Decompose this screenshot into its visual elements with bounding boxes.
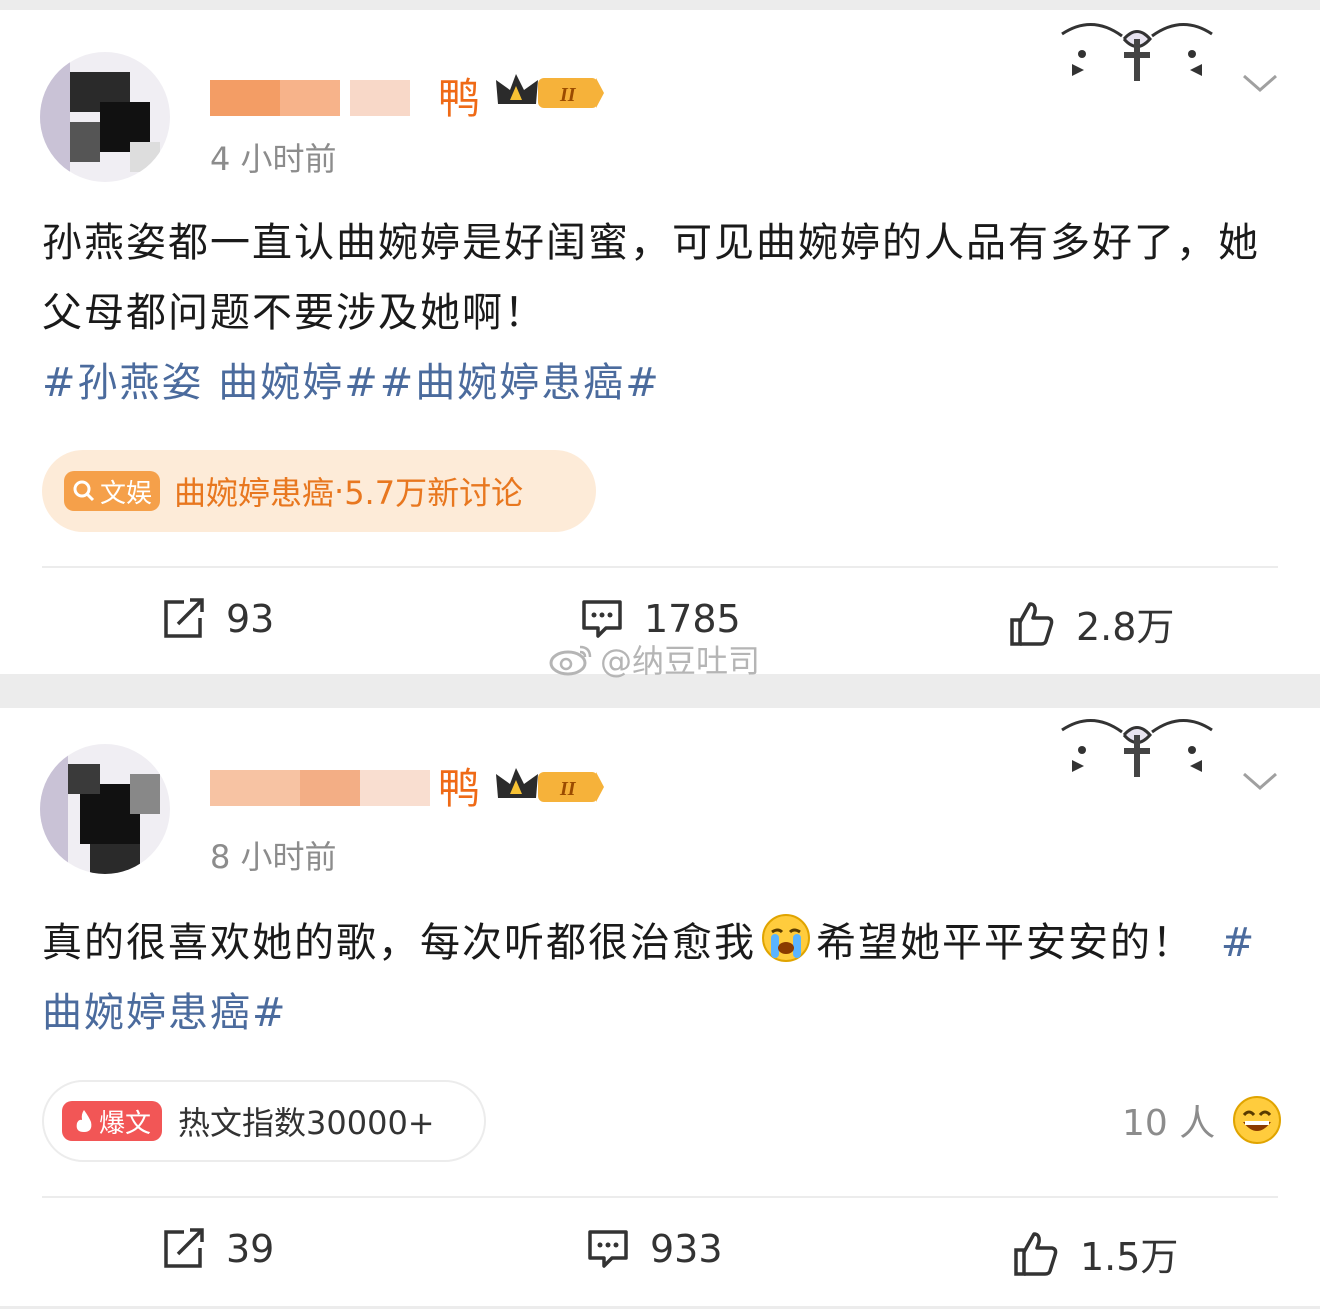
reaction-summary[interactable]: 10 人: [1122, 1094, 1283, 1146]
comment-button[interactable]: 933: [586, 1226, 723, 1272]
comment-count: 1785: [644, 597, 741, 641]
comment-count: 933: [650, 1227, 723, 1271]
reaction-count: 10 人: [1122, 1103, 1216, 1144]
username[interactable]: 鸭: [210, 74, 490, 124]
thumbs-up-icon: [1010, 601, 1054, 646]
repost-icon: [164, 598, 204, 638]
crown-badge-icon[interactable]: II: [492, 764, 606, 808]
username[interactable]: 鸭: [210, 764, 490, 814]
post-text: 孙燕姿都一直认曲婉婷是好闺蜜，可见曲婉婷的人品有多好了，她父母都问题不要涉及她啊…: [42, 220, 1260, 336]
watermark: @纳豆吐司: [548, 636, 760, 682]
hashtag-link[interactable]: #孙燕姿 曲婉婷##曲婉婷患癌#: [42, 348, 1282, 418]
divider: [42, 566, 1278, 568]
repost-icon: [164, 1228, 204, 1268]
divider: [42, 1196, 1278, 1198]
weibo-logo-icon: [549, 645, 592, 676]
svg-text:II: II: [559, 778, 577, 800]
grin-emoji-icon: [1233, 1096, 1282, 1144]
ornament-decoration-icon: [1061, 719, 1213, 777]
hot-index-label: 热文指数30000+: [178, 1104, 435, 1142]
crown-badge-icon[interactable]: II: [492, 70, 606, 114]
post-time: 8 小时前: [210, 838, 337, 876]
repost-count: 39: [226, 1227, 275, 1271]
like-count: 1.5万: [1080, 1235, 1179, 1279]
repost-count: 93: [226, 597, 275, 641]
chevron-down-icon[interactable]: [1240, 72, 1280, 96]
thumbs-up-icon: [1014, 1231, 1058, 1276]
search-icon: [73, 480, 95, 502]
topic-pill[interactable]: 文娱 曲婉婷患癌 · 5.7万新讨论: [42, 450, 596, 532]
repost-button[interactable]: 39: [160, 1226, 274, 1272]
post-time: 4 小时前: [210, 140, 337, 178]
repost-button[interactable]: 93: [160, 596, 274, 642]
post-card-1: 鸭 II 4 小时前 孙燕姿都一直认曲婉婷是好闺蜜，可见曲婉婷的人品有多好了，她…: [0, 10, 1320, 674]
comment-icon: [588, 1230, 628, 1268]
like-count: 2.8万: [1076, 605, 1175, 649]
ornament-decoration-icon: [1061, 23, 1213, 81]
topic-sep: ·: [334, 472, 345, 510]
post-card-2: 鸭 II 8 小时前 真的很喜欢她的歌，每次听都很治愈我 希望她平平安安的！ #…: [0, 708, 1320, 1306]
topic-badge: 文娱: [64, 471, 160, 511]
hot-article-pill[interactable]: 爆文 热文指数30000+: [42, 1080, 486, 1162]
svg-text:II: II: [559, 84, 577, 106]
post-text: 真的很喜欢她的歌，每次听都很治愈我 希望她平平安安的！ #曲婉婷患癌#: [42, 908, 1282, 1048]
hot-badge: 爆文: [62, 1101, 162, 1141]
like-button[interactable]: 2.8万: [1008, 596, 1174, 651]
avatar[interactable]: [40, 52, 170, 182]
crying-emoji-icon: [762, 914, 810, 962]
chevron-down-icon[interactable]: [1240, 770, 1280, 794]
username-visible-char: 鸭: [437, 764, 480, 813]
username-visible-char: 鸭: [437, 74, 480, 123]
avatar[interactable]: [40, 744, 170, 874]
fire-icon: [76, 1110, 92, 1132]
topic-count: 5.7万新讨论: [344, 474, 524, 512]
topic-name: 曲婉婷患癌: [174, 474, 335, 512]
like-button[interactable]: 1.5万: [1012, 1226, 1178, 1281]
